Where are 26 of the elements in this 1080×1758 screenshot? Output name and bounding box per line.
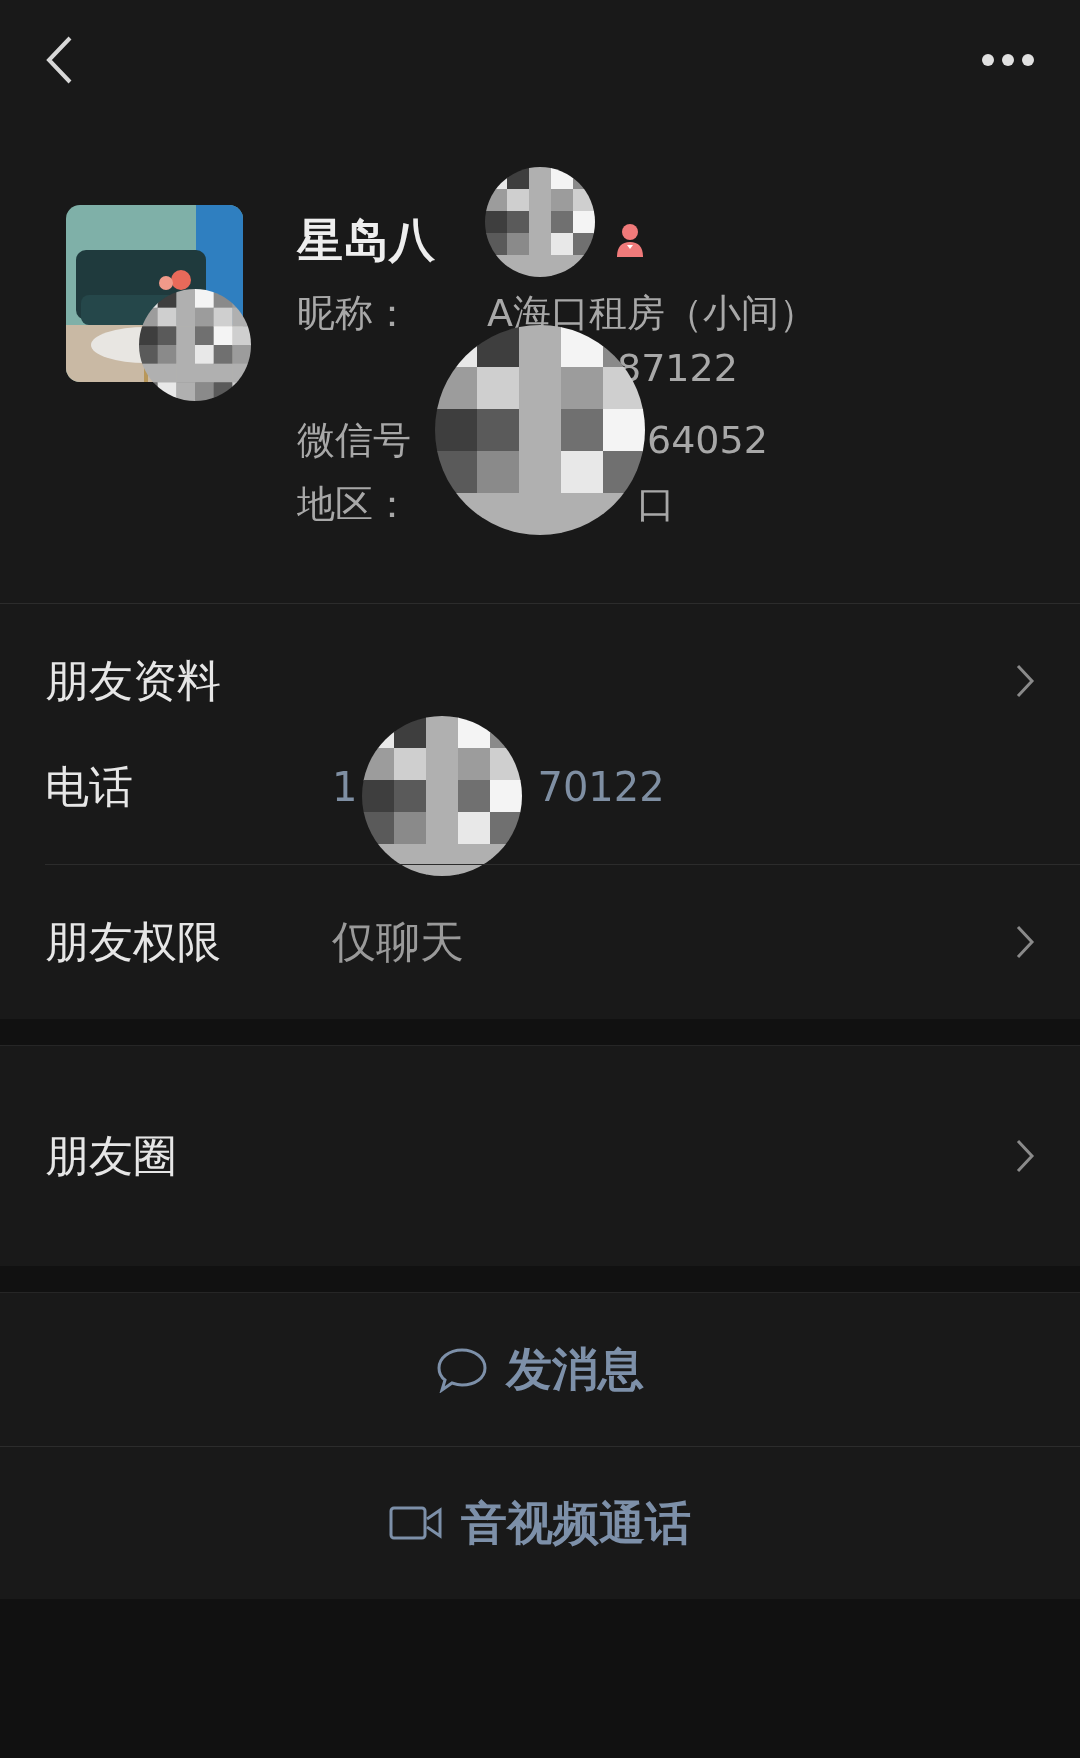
- list-row[interactable]: 朋友圈: [0, 1046, 1080, 1266]
- chevron-right-icon: [1015, 1138, 1035, 1174]
- chevron-right-icon: [1015, 924, 1035, 960]
- list-row[interactable]: 朋友权限 仅聊天: [45, 865, 1080, 1019]
- chat-bubble-icon: [436, 1346, 488, 1393]
- row-label: 电话: [45, 760, 134, 814]
- chevron-right-icon: [1015, 663, 1035, 699]
- row-label: 朋友权限: [45, 915, 222, 969]
- female-icon: [615, 223, 645, 257]
- phone-suffix: 70122: [537, 763, 665, 812]
- region-value: 口: [636, 480, 675, 528]
- phone-prefix: 1: [332, 763, 358, 812]
- contact-name: 星岛八: [297, 211, 435, 269]
- action-button[interactable]: 音视频通话: [0, 1446, 1080, 1599]
- back-icon[interactable]: [45, 35, 73, 85]
- list-row[interactable]: 朋友资料: [0, 628, 1080, 734]
- wechat-id-label: 微信号: [297, 416, 412, 464]
- more-icon[interactable]: [981, 53, 1035, 67]
- video-camera-icon: [389, 1505, 443, 1541]
- wechat-id-value: 64052: [646, 416, 768, 464]
- nickname-label: 昵称：: [297, 289, 412, 337]
- row-label: 朋友资料: [45, 654, 222, 708]
- region-label: 地区：: [297, 480, 412, 528]
- row-value: 仅聊天: [332, 915, 465, 969]
- row-label: 朋友圈: [45, 1129, 178, 1183]
- action-button[interactable]: 发消息: [0, 1293, 1080, 1446]
